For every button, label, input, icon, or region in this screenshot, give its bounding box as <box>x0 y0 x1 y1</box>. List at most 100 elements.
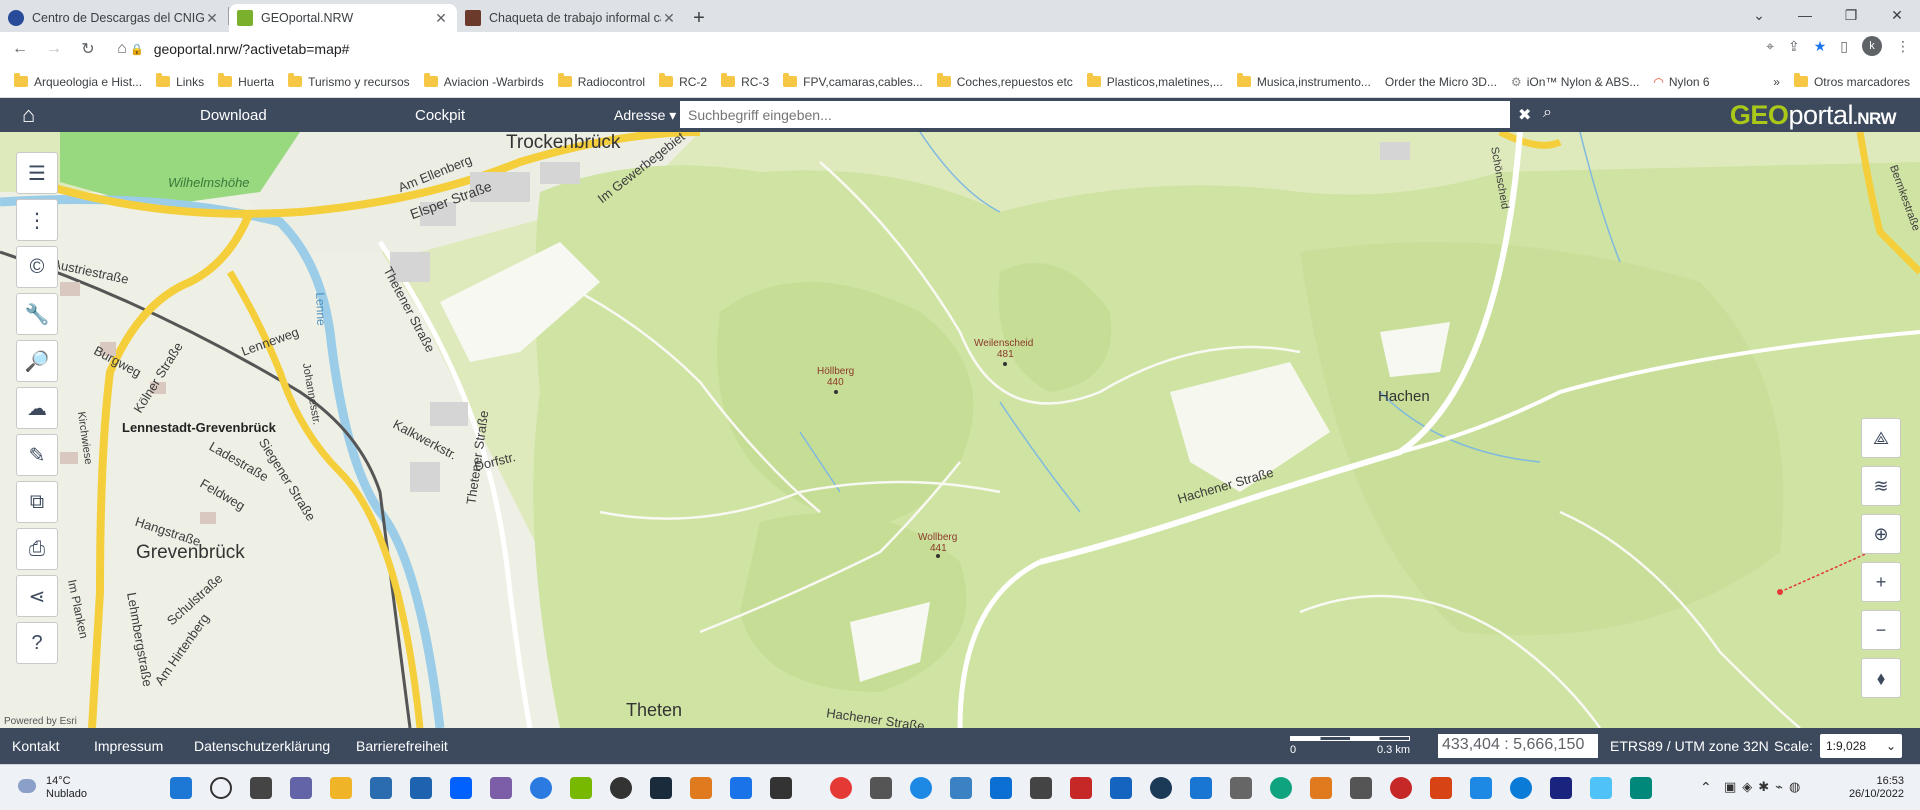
print-icon[interactable]: ⎙ <box>16 528 58 570</box>
footer-link-impressum[interactable]: Impressum <box>94 738 163 754</box>
system-tray-icons[interactable]: ▣◈✱⌁◍ <box>1724 779 1806 795</box>
more-icon[interactable]: ⋮ <box>16 199 58 241</box>
bookmark-item[interactable]: Plasticos,maletines,... <box>1086 73 1223 89</box>
close-window-button[interactable]: ✕ <box>1874 0 1920 30</box>
scale-select[interactable]: 1:9,028 ⌄ <box>1820 734 1902 758</box>
app-icon[interactable] <box>1270 777 1292 799</box>
taskbar-clock[interactable]: 16:53 26/10/2022 <box>1849 775 1904 801</box>
edge-icon[interactable] <box>1510 777 1532 799</box>
tab-geoportal[interactable]: GEOportal.NRW ✕ <box>229 4 457 32</box>
tab-chaqueta[interactable]: Chaqueta de trabajo informal cá ✕ <box>457 4 685 32</box>
task-view-icon[interactable] <box>250 777 272 799</box>
url-field[interactable]: 🔒 geoportal.nrw/?activetab=map# <box>130 35 1730 63</box>
app-icon[interactable] <box>950 777 972 799</box>
close-icon[interactable]: ✕ <box>433 10 449 27</box>
search-icon[interactable]: ⌕ <box>1543 104 1552 122</box>
map-canvas[interactable]: Trockenbrück Am Ellenberg Elsper Straße … <box>0 132 1920 728</box>
tray-chevron-icon[interactable]: ⌃ <box>1700 779 1712 796</box>
app-icon[interactable] <box>730 777 752 799</box>
bookmark-item[interactable]: RC-2 <box>659 73 707 89</box>
forward-icon[interactable]: → <box>40 35 68 63</box>
nav-download[interactable]: Download <box>200 107 267 124</box>
weather-widget[interactable]: 14°C Nublado <box>46 775 87 801</box>
app-icon[interactable] <box>1470 777 1492 799</box>
bookmark-item[interactable]: Musica,instrumento... <box>1236 73 1371 89</box>
layers-icon[interactable]: ≋ <box>1861 466 1901 506</box>
crs-label[interactable]: ETRS89 / UTM zone 32N <box>1610 738 1769 754</box>
footer-link-kontakt[interactable]: Kontakt <box>12 738 59 754</box>
app-icon[interactable] <box>1110 777 1132 799</box>
bookmark-item[interactable]: RC-3 <box>721 73 769 89</box>
new-tab-button[interactable]: + <box>685 4 713 32</box>
bookmark-item[interactable]: Arqueologia e Hist... <box>14 73 142 89</box>
bookmark-item[interactable]: Aviacion -Warbirds <box>423 73 544 89</box>
search-icon[interactable] <box>210 777 232 799</box>
help-app-icon[interactable] <box>530 777 552 799</box>
tab-search-icon[interactable]: ⌄ <box>1736 0 1782 30</box>
start-icon[interactable] <box>170 777 192 799</box>
compass-icon[interactable]: ⬧ <box>1861 658 1901 698</box>
bookmark-item[interactable]: Huerta <box>218 73 274 89</box>
app-icon[interactable] <box>770 777 792 799</box>
bookmark-item[interactable]: Radiocontrol <box>557 73 645 89</box>
bookmark-item[interactable]: Order the Micro 3D... <box>1385 75 1497 89</box>
app-icon[interactable] <box>1550 777 1572 799</box>
zoom-out-button[interactable]: − <box>1861 610 1901 650</box>
dropbox-icon[interactable] <box>450 777 472 799</box>
minimize-button[interactable]: — <box>1782 0 1828 30</box>
store-icon[interactable] <box>370 777 392 799</box>
app-icon[interactable] <box>990 777 1012 799</box>
app-icon[interactable] <box>1430 777 1452 799</box>
pencil-icon[interactable]: ✎ <box>16 434 58 476</box>
zoom-in-button[interactable]: + <box>1861 562 1901 602</box>
pdf-icon[interactable] <box>1070 777 1092 799</box>
nav-cockpit[interactable]: Cockpit <box>415 107 465 124</box>
search-input[interactable] <box>680 101 1510 128</box>
reload-icon[interactable]: ↻ <box>74 35 102 63</box>
close-icon[interactable]: ✕ <box>204 10 220 27</box>
app-icon[interactable] <box>490 777 512 799</box>
app-icon[interactable] <box>1310 777 1332 799</box>
other-bookmarks[interactable]: Otros marcadores <box>1793 73 1910 89</box>
bookmarks-overflow-button[interactable]: » <box>1773 75 1780 89</box>
file-explorer-icon[interactable] <box>330 777 352 799</box>
wrench-icon[interactable]: 🔧 <box>16 293 58 335</box>
cloud-download-icon[interactable]: ☁ <box>16 387 58 429</box>
tab-cnig[interactable]: Centro de Descargas del CNIG (IG ✕ <box>0 4 228 32</box>
star-icon[interactable]: ★ <box>1814 38 1827 55</box>
app-icon[interactable] <box>1230 777 1252 799</box>
address-dropdown[interactable]: Adresse ▾ <box>614 107 676 124</box>
bookmark-item[interactable]: FPV,camaras,cables... <box>783 73 923 89</box>
locate-icon[interactable]: ⊕ <box>1861 514 1901 554</box>
close-icon[interactable]: ✕ <box>661 10 677 27</box>
share-icon[interactable]: ⋖ <box>16 575 58 617</box>
avatar[interactable]: k <box>1862 36 1882 56</box>
bookmark-item[interactable]: Links <box>156 73 204 89</box>
back-icon[interactable]: ← <box>6 35 34 63</box>
sidepanel-icon[interactable]: ▯ <box>1840 38 1848 55</box>
photos-icon[interactable] <box>1190 777 1212 799</box>
app-icon[interactable] <box>1150 777 1172 799</box>
app-b-icon[interactable] <box>610 777 632 799</box>
footer-link-datenschutz[interactable]: Datenschutzerklärung <box>194 738 330 754</box>
media-icon[interactable] <box>690 777 712 799</box>
bookmark-item[interactable]: Turismo y recursos <box>288 73 410 89</box>
music-icon[interactable] <box>870 777 892 799</box>
share-icon[interactable]: ⇪ <box>1788 38 1800 55</box>
bookmark-item[interactable]: ◠ Nylon 6 <box>1653 75 1709 89</box>
app-icon[interactable] <box>1030 777 1052 799</box>
mail-icon[interactable] <box>410 777 432 799</box>
app-icon[interactable] <box>1390 777 1412 799</box>
copyright-icon[interactable]: © <box>16 246 58 288</box>
3d-icon[interactable]: ⟁ <box>1861 418 1901 458</box>
app-icon[interactable] <box>1590 777 1612 799</box>
bookmark-item[interactable]: ⚙ iOn™ Nylon & ABS... <box>1511 75 1639 89</box>
location-icon[interactable]: ⌖ <box>1766 38 1774 55</box>
restore-button[interactable]: ❐ <box>1828 0 1874 30</box>
layers-settings-icon[interactable]: ⧉ <box>16 481 58 523</box>
app-icon[interactable] <box>1350 777 1372 799</box>
help-icon[interactable]: ? <box>16 622 58 664</box>
app-icon[interactable] <box>910 777 932 799</box>
nvidia-icon[interactable] <box>570 777 592 799</box>
home-icon[interactable]: ⌂ <box>22 102 62 128</box>
